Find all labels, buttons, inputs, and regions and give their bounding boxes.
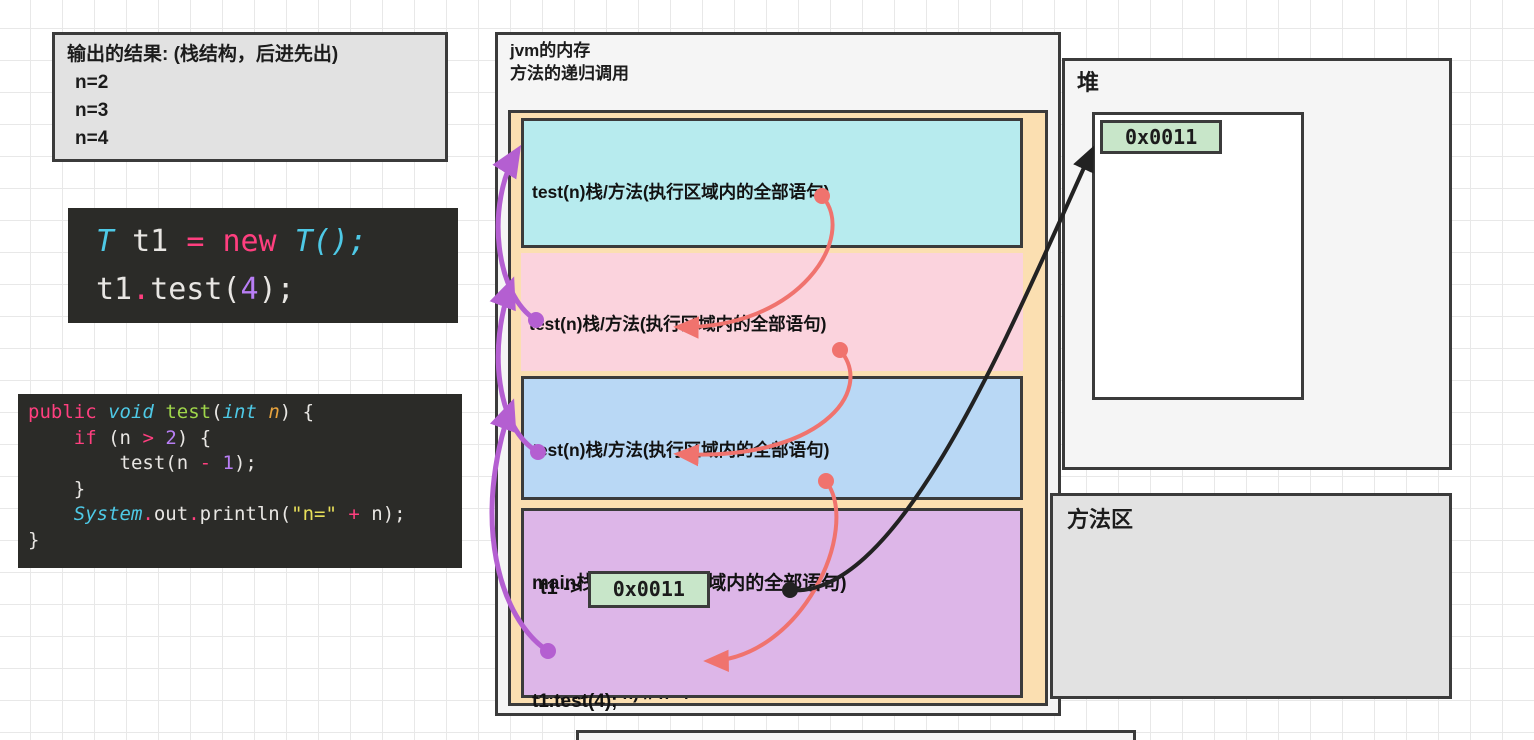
code-token-recursive-call: test(n <box>119 452 189 474</box>
t1-address-chip: 0x0011 <box>587 571 710 608</box>
method-area-region: 方法区 <box>1050 493 1452 699</box>
code-token-ctor: T(); <box>294 224 367 259</box>
code-token-modifier: public <box>28 401 97 423</box>
code-token-obj: t1 <box>96 272 133 307</box>
code-snippet-instantiation: T t1 = new T(); t1.test(4); <box>68 208 458 323</box>
output-line-1: n=2 <box>75 72 109 93</box>
code-token-paren-open: ( <box>211 401 223 423</box>
bottom-partial-box <box>576 730 1136 740</box>
code-token-var: t1 <box>132 224 169 259</box>
frame-main-tail: t1.test(4); main方法结束，程序结束 <box>532 633 747 740</box>
output-title: 输出的结果: (栈结构，后进先出) <box>67 44 339 65</box>
code-token-paren-close: ) <box>279 401 292 423</box>
heap-title: 堆 <box>1077 70 1100 95</box>
code-method-line-1: public void test(int n) { <box>28 400 462 426</box>
frame-n4-header: test(n)栈/方法(执行区域内的全部语句) <box>532 440 830 460</box>
jvm-title-line-2: 方法的递归调用 <box>510 64 629 83</box>
code-token-if: if <box>73 426 97 449</box>
code-token-param-name: n <box>268 401 280 423</box>
code-token-brace: { <box>302 401 315 423</box>
stack-frame-n2: test(n)栈/方法(执行区域内的全部语句) n = 2 out("n=" +… <box>521 118 1023 364</box>
code-token-return-type: void <box>108 401 154 423</box>
code-token-close-brace-outer: } <box>28 528 40 551</box>
code-token-dot1: . <box>142 503 154 525</box>
code-top-line-2: t1.test(4); <box>96 266 458 314</box>
output-line-3: n=4 <box>75 128 109 149</box>
jvm-title: jvm的内存方法的递归调用 <box>510 39 629 85</box>
code-token-cond-open: (n <box>108 426 131 449</box>
code-token-new: new <box>222 224 277 259</box>
code-token-assign: = <box>186 224 205 259</box>
code-token-stmt-end: ); <box>382 503 406 525</box>
stack-frame-n3: test(n)栈/方法(执行区域内的全部语句) n = 3 test(3-1) … <box>521 253 1023 577</box>
code-token-gt: > <box>142 426 154 449</box>
frame-n2-header: test(n)栈/方法(执行区域内的全部语句) <box>532 182 830 202</box>
code-token-out: out <box>153 503 189 525</box>
code-token-cond-close: ) { <box>176 426 212 449</box>
code-token-type: T <box>96 224 115 259</box>
code-token-end: ); <box>258 272 295 307</box>
code-token-call: test( <box>150 272 241 307</box>
code-token-dot2: . <box>188 503 200 525</box>
output-line-2: n=3 <box>75 100 109 121</box>
frame-n3-header: test(n)栈/方法(执行区域内的全部语句) <box>529 314 827 334</box>
jvm-title-line-1: jvm的内存 <box>510 41 591 60</box>
code-token-string: "n=" <box>291 503 337 525</box>
stack-frame-n4: test(n)栈/方法(执行区域内的全部语句) n = 4 test(4-1) … <box>521 376 1023 703</box>
stack-frame-main: main栈/方法 (执行区域内的全部语句) t1 -> 0x0011 t1.tes… <box>521 508 1023 712</box>
output-result-panel: 输出的结果: (栈结构，后进先出) n=2 n=3 n=4 <box>52 32 448 162</box>
diagram-canvas: 输出的结果: (栈结构，后进先出) n=2 n=3 n=4 T t1 = new… <box>0 0 1534 740</box>
code-token-arg: 4 <box>240 272 259 307</box>
code-token-call-end: ); <box>233 452 257 474</box>
code-method-line-3: test(n - 1); <box>28 451 462 477</box>
t1-label: t1 -> <box>540 577 582 600</box>
code-token-param-type: int <box>222 401 257 423</box>
t1-reference-row: t1 -> 0x0011 <box>540 571 710 608</box>
heap-object-box <box>1092 112 1304 400</box>
heap-address-chip: 0x0011 <box>1100 120 1223 154</box>
code-token-method-name: test <box>165 401 212 423</box>
code-token-one: 1 <box>222 452 234 474</box>
code-token-dot: . <box>132 272 151 307</box>
heap-address-wrapper: 0x0011 <box>1100 120 1223 154</box>
code-token-cond-num: 2 <box>165 426 177 449</box>
code-method-line-6: } <box>28 528 462 554</box>
code-method-line-4: } <box>28 477 462 503</box>
code-method-line-2: if (n > 2) { <box>28 426 462 452</box>
code-method-line-5: System.out.println("n=" + n); <box>28 502 462 528</box>
code-token-system: System <box>73 503 143 525</box>
code-token-close-brace-inner: } <box>73 477 86 500</box>
code-snippet-method: public void test(int n) { if (n > 2) { t… <box>18 394 462 568</box>
code-token-println: println( <box>199 503 292 525</box>
method-area-title: 方法区 <box>1067 507 1134 532</box>
code-token-minus: - <box>199 452 212 474</box>
frame-main-call-line: t1.test(4); <box>532 691 618 712</box>
code-top-line-1: T t1 = new T(); <box>96 218 458 266</box>
code-token-plus: + <box>348 503 360 525</box>
code-token-n-arg: n <box>371 503 383 525</box>
